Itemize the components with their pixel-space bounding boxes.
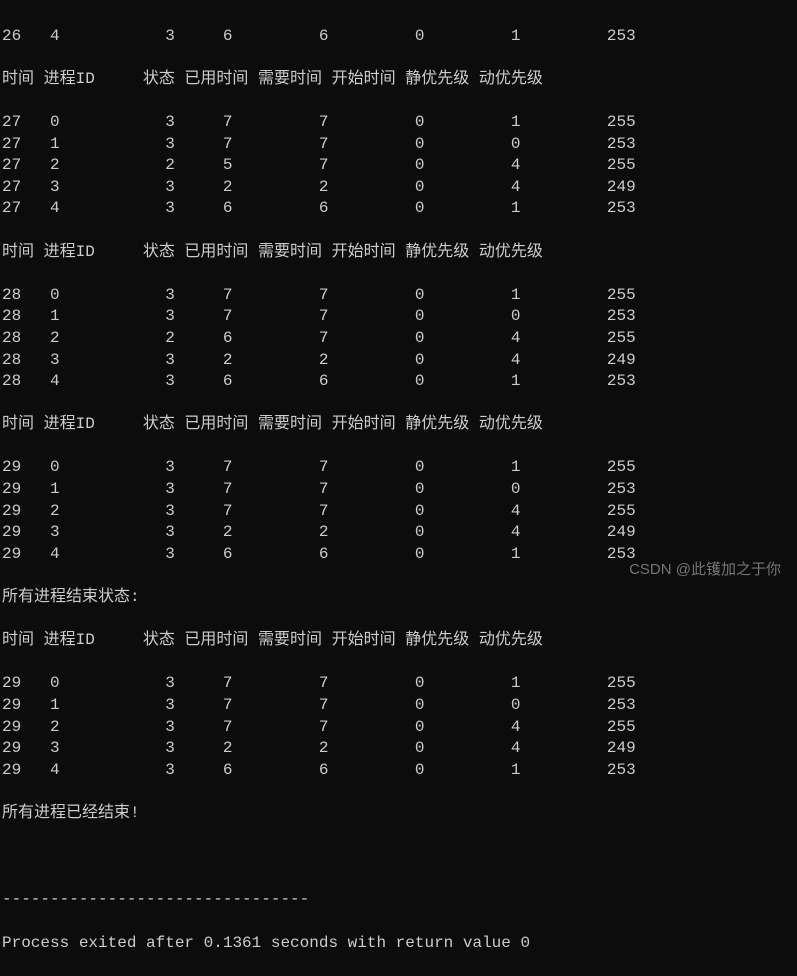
block: 27 0 3 7 7 0 1 25527 1 3 7 7 0 0 25327 2… [2, 112, 797, 220]
data-row: 29 0 3 7 7 0 1 255 [2, 457, 797, 479]
header-row: 时间 进程ID 状态 已用时间 需要时间 开始时间 静优先级 动优先级 [2, 242, 797, 264]
data-row: 26 4 3 6 6 0 1 253 [2, 26, 797, 48]
data-row: 29 3 3 2 2 0 4 249 [2, 738, 797, 760]
all-finished-label: 所有进程已经结束! [2, 803, 797, 825]
divider-line: -------------------------------- [2, 889, 797, 911]
data-row: 29 4 3 6 6 0 1 253 [2, 760, 797, 782]
data-row: 27 3 3 2 2 0 4 249 [2, 177, 797, 199]
blank-line [2, 846, 797, 868]
data-row: 27 4 3 6 6 0 1 253 [2, 198, 797, 220]
block: 29 0 3 7 7 0 1 25529 1 3 7 7 0 0 25329 2… [2, 673, 797, 781]
header-row: 时间 进程ID 状态 已用时间 需要时间 开始时间 静优先级 动优先级 [2, 69, 797, 91]
data-row: 29 2 3 7 7 0 4 255 [2, 717, 797, 739]
data-row: 29 1 3 7 7 0 0 253 [2, 695, 797, 717]
data-row: 28 4 3 6 6 0 1 253 [2, 371, 797, 393]
data-row: 28 0 3 7 7 0 1 255 [2, 285, 797, 307]
data-row: 28 2 2 6 7 0 4 255 [2, 328, 797, 350]
end-state-label: 所有进程结束状态: [2, 587, 797, 609]
exit-message: Process exited after 0.1361 seconds with… [2, 933, 797, 955]
data-row: 27 0 3 7 7 0 1 255 [2, 112, 797, 134]
header-row: 时间 进程ID 状态 已用时间 需要时间 开始时间 静优先级 动优先级 [2, 630, 797, 652]
watermark: CSDN @此镬加之于你 [629, 560, 781, 580]
data-row: 29 2 3 7 7 0 4 255 [2, 501, 797, 523]
block: 28 0 3 7 7 0 1 25528 1 3 7 7 0 0 25328 2… [2, 285, 797, 393]
data-row: 27 1 3 7 7 0 0 253 [2, 134, 797, 156]
data-row: 27 2 2 5 7 0 4 255 [2, 155, 797, 177]
data-row: 29 1 3 7 7 0 0 253 [2, 479, 797, 501]
terminal-output: 26 4 3 6 6 0 1 253 时间 进程ID 状态 已用时间 需要时间 … [0, 0, 797, 976]
data-row: 28 1 3 7 7 0 0 253 [2, 306, 797, 328]
header-row: 时间 进程ID 状态 已用时间 需要时间 开始时间 静优先级 动优先级 [2, 414, 797, 436]
data-row: 29 0 3 7 7 0 1 255 [2, 673, 797, 695]
data-row: 29 3 3 2 2 0 4 249 [2, 522, 797, 544]
block: 29 0 3 7 7 0 1 25529 1 3 7 7 0 0 25329 2… [2, 457, 797, 565]
data-row: 28 3 3 2 2 0 4 249 [2, 350, 797, 372]
